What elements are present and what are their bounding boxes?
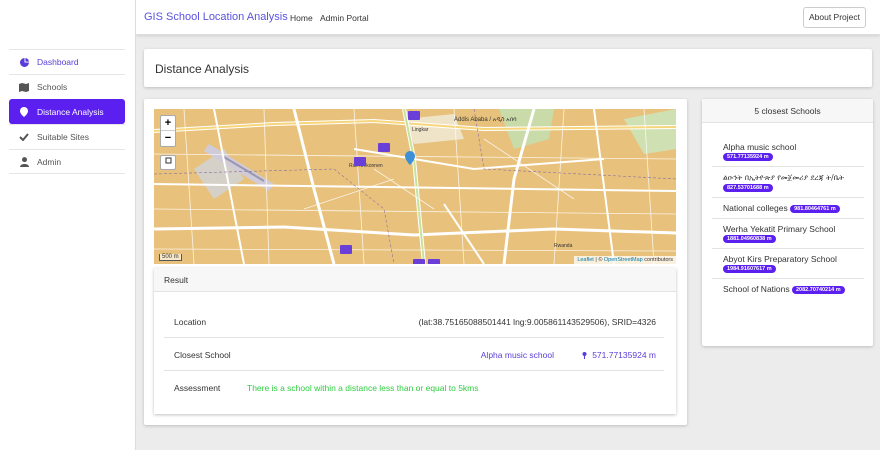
- location-row: Location (lat:38.75165088501441 lng:9.00…: [164, 305, 664, 338]
- user-icon: [19, 156, 29, 167]
- sidebar-item-label: Dashboard: [37, 57, 79, 67]
- assessment-label: Assessment: [174, 383, 221, 393]
- distance-badge: 981.80464761 m: [790, 204, 840, 213]
- list-item[interactable]: National colleges 981.80464761 m: [712, 198, 864, 219]
- school-name: Werha Yekatit Primary School: [723, 224, 836, 234]
- map-icon: [19, 82, 29, 92]
- svg-text:Addis Ababa / አዲስ አበባ: Addis Ababa / አዲስ አበባ: [454, 117, 517, 123]
- closest-schools-card: 5 closest Schools Alpha music school 571…: [702, 99, 873, 346]
- sidebar-item-distance-analysis[interactable]: Distance Analysis: [9, 99, 125, 124]
- top-navbar: GIS School Location Analysis Home Admin …: [136, 0, 880, 35]
- list-item[interactable]: ልዑንት በኢትዮጵያ የመጀመሪያ ደረጃ ት/ቤት 827.53701688…: [712, 167, 864, 198]
- sidebar-item-label: Admin: [37, 156, 62, 167]
- assessment-value: There is a school within a distance less…: [247, 383, 479, 393]
- school-name: ልዑንት በኢትዮጵያ የመጀመሪያ ደረጃ ት/ቤት: [723, 173, 844, 182]
- sidebar: Dashboard Schools Distance Analysis Suit…: [0, 0, 136, 450]
- map-attribution: Leaflet | © OpenStreetMap contributors: [574, 256, 676, 264]
- sidebar-nav: Dashboard Schools Distance Analysis Suit…: [9, 49, 125, 174]
- map-view[interactable]: Addis Ababa / አዲስ አበባ Lingkar Ras Mekonn…: [154, 109, 676, 264]
- sidebar-item-schools[interactable]: Schools: [9, 74, 125, 99]
- distance-badge: 571.77135924 m: [723, 153, 773, 161]
- svg-text:Rwanda: Rwanda: [554, 243, 573, 249]
- draw-rectangle-button[interactable]: [160, 155, 176, 170]
- result-panel: Result Location (lat:38.75165088501441 l…: [154, 268, 676, 414]
- closest-schools-header: 5 closest Schools: [702, 99, 873, 123]
- map-pin-icon: [19, 106, 29, 117]
- school-name: Abyot Kirs Preparatory School: [723, 254, 837, 264]
- sidebar-item-label: Schools: [37, 82, 68, 92]
- map-zoom-control: + −: [160, 115, 176, 147]
- brand-title[interactable]: GIS School Location Analysis: [144, 11, 288, 23]
- school-name: Alpha music school: [723, 142, 797, 152]
- pin-icon: [582, 352, 587, 359]
- school-name: School of Nations: [723, 284, 790, 294]
- closest-school-row: Closest School Alpha music school 571.77…: [164, 338, 664, 371]
- distance-badge: 1984.91607617 m: [723, 265, 776, 273]
- distance-analysis-card: Addis Ababa / አዲስ አበባ Lingkar Ras Mekonn…: [144, 99, 687, 425]
- zoom-out-button[interactable]: −: [161, 131, 175, 146]
- list-item[interactable]: Werha Yekatit Primary School 1881.049608…: [712, 219, 864, 249]
- zoom-in-button[interactable]: +: [161, 116, 175, 131]
- list-item[interactable]: Alpha music school 571.77135924 m: [712, 137, 864, 167]
- about-project-button[interactable]: About Project: [802, 7, 866, 28]
- location-label: Location: [174, 317, 207, 327]
- closest-schools-list: Alpha music school 571.77135924 m ልዑንት በ…: [712, 137, 864, 299]
- distance-badge: 827.53701688 m: [723, 184, 773, 192]
- pie-chart-icon: [19, 57, 29, 67]
- closest-school-name: Alpha music school: [480, 350, 554, 360]
- distance-badge: 2082.70740214 m: [792, 285, 845, 294]
- nav-home-link[interactable]: Home: [290, 13, 313, 23]
- sidebar-item-dashboard[interactable]: Dashboard: [9, 49, 125, 74]
- page-title: Distance Analysis: [155, 62, 250, 76]
- school-name: National colleges: [723, 203, 788, 213]
- location-marker-icon[interactable]: [405, 151, 415, 165]
- list-item[interactable]: Abyot Kirs Preparatory School 1984.91607…: [712, 249, 864, 279]
- sidebar-item-label: Suitable Sites: [37, 132, 89, 142]
- closest-school-distance: 571.77135924 m: [582, 350, 656, 360]
- svg-text:Lingkar: Lingkar: [412, 127, 429, 133]
- map-tiles: Addis Ababa / አዲስ አበባ Lingkar Ras Mekonn…: [154, 109, 676, 264]
- closest-school-label: Closest School: [174, 350, 231, 360]
- list-item[interactable]: School of Nations 2082.70740214 m: [712, 279, 864, 299]
- sidebar-item-label: Distance Analysis: [37, 106, 104, 117]
- map-scale: 500 m: [159, 254, 182, 261]
- nav-admin-portal-link[interactable]: Admin Portal: [320, 13, 369, 23]
- leaflet-link[interactable]: Leaflet: [577, 257, 594, 263]
- result-header: Result: [154, 268, 676, 292]
- square-icon: [165, 157, 171, 164]
- assessment-row: Assessment There is a school within a di…: [164, 371, 664, 404]
- check-icon: [19, 132, 29, 142]
- sidebar-item-admin[interactable]: Admin: [9, 149, 125, 174]
- distance-badge: 1881.04960838 m: [723, 235, 776, 243]
- page-header-card: Distance Analysis: [144, 49, 872, 87]
- location-value: (lat:38.75165088501441 lng:9.00586114352…: [418, 317, 656, 327]
- sidebar-item-suitable-sites[interactable]: Suitable Sites: [9, 124, 125, 149]
- osm-link[interactable]: OpenStreetMap: [604, 257, 643, 263]
